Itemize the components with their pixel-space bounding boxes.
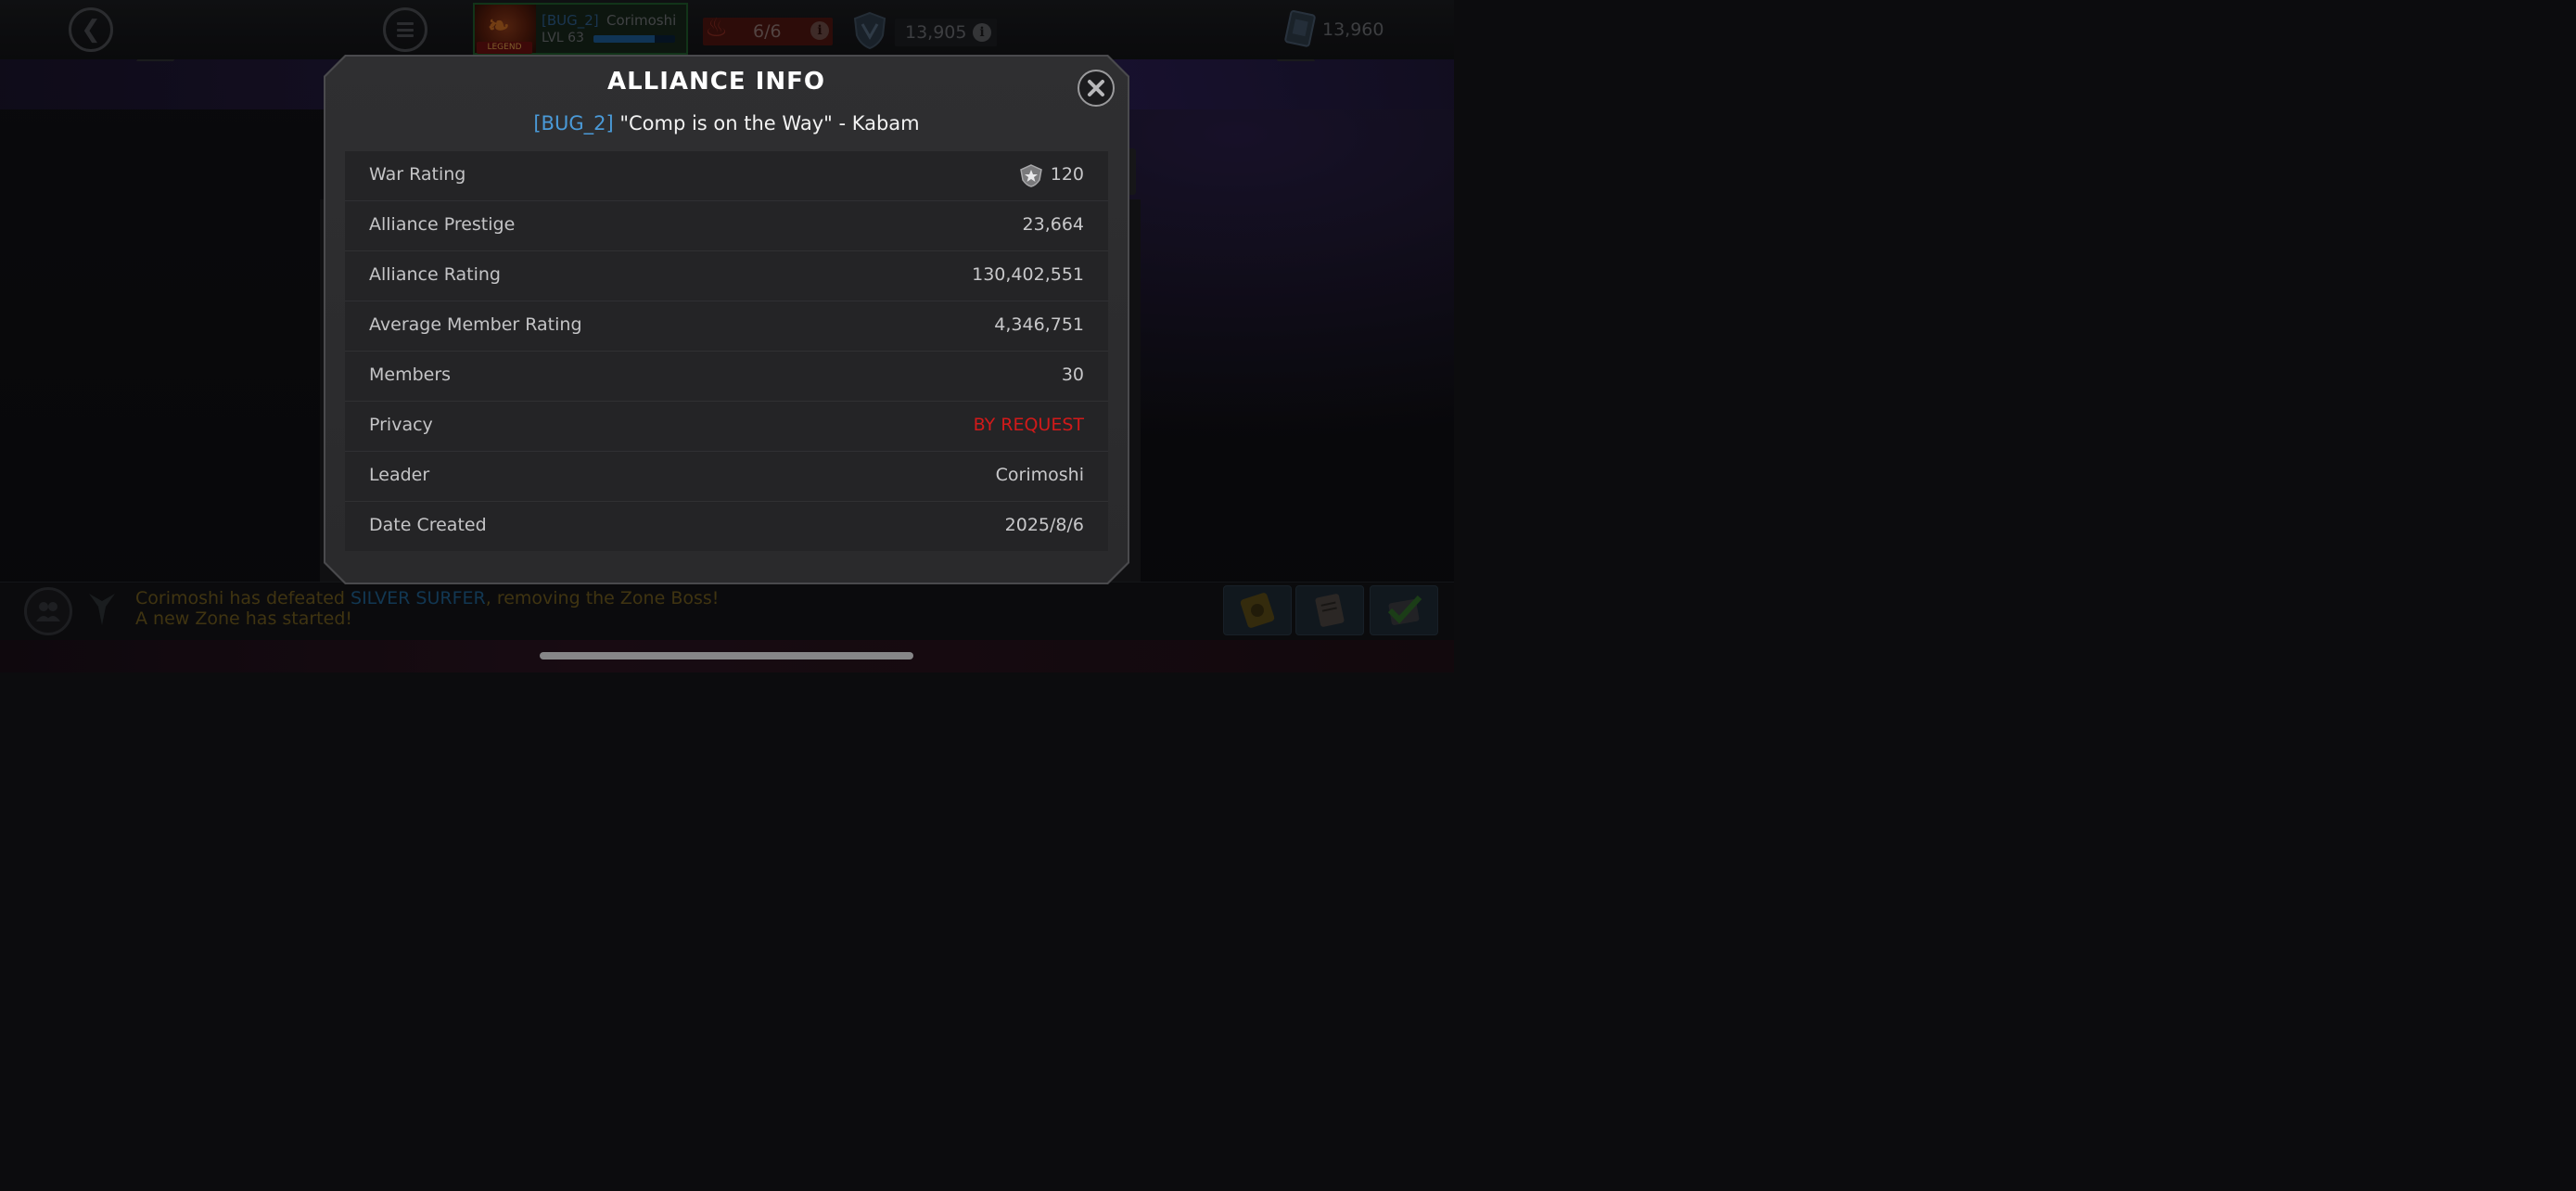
close-button[interactable] [1078,70,1115,107]
row-value: Corimoshi [995,465,1084,485]
info-row-members: Members 30 [345,352,1108,402]
info-row-date-created: Date Created 2025/8/6 [345,502,1108,551]
row-value: 130,402,551 [972,264,1084,285]
row-label: War Rating [369,164,466,185]
row-value: 4,346,751 [994,314,1084,335]
info-row-alliance-rating: Alliance Rating 130,402,551 [345,251,1108,301]
row-label: Alliance Rating [369,264,501,285]
row-value: 2025/8/6 [1004,515,1084,535]
war-rating-icon [1020,164,1042,187]
row-label: Privacy [369,415,433,435]
info-row-privacy: Privacy BY REQUEST [345,402,1108,452]
row-value: 120 [1050,164,1084,185]
info-table: War Rating 120 Alliance Prestige 23,664 … [345,151,1108,551]
privacy-value: BY REQUEST [973,415,1084,435]
info-row-war-rating: War Rating 120 [345,151,1108,201]
alliance-title: "Comp is on the Way" - Kabam [619,112,920,134]
row-label: Average Member Rating [369,314,582,335]
info-row-leader: Leader Corimoshi [345,452,1108,502]
info-row-alliance-prestige: Alliance Prestige 23,664 [345,201,1108,251]
row-label: Members [369,365,452,385]
row-value: 23,664 [1022,214,1084,235]
game-screen: ❮ ❧ LEGEND [BUG_2] Corimoshi LVL 63 ♨ 6/… [0,0,1454,672]
row-label: Alliance Prestige [369,214,516,235]
alliance-tag: [BUG_2] [533,112,614,134]
row-label: Leader [369,465,430,485]
alliance-name: [BUG_2] "Comp is on the Way" - Kabam [325,112,1128,134]
row-value: 30 [1061,365,1084,385]
modal-title: ALLIANCE INFO [606,68,825,96]
row-label: Date Created [369,515,487,535]
close-icon [1088,80,1104,96]
info-row-average-member-rating: Average Member Rating 4,346,751 [345,301,1108,352]
